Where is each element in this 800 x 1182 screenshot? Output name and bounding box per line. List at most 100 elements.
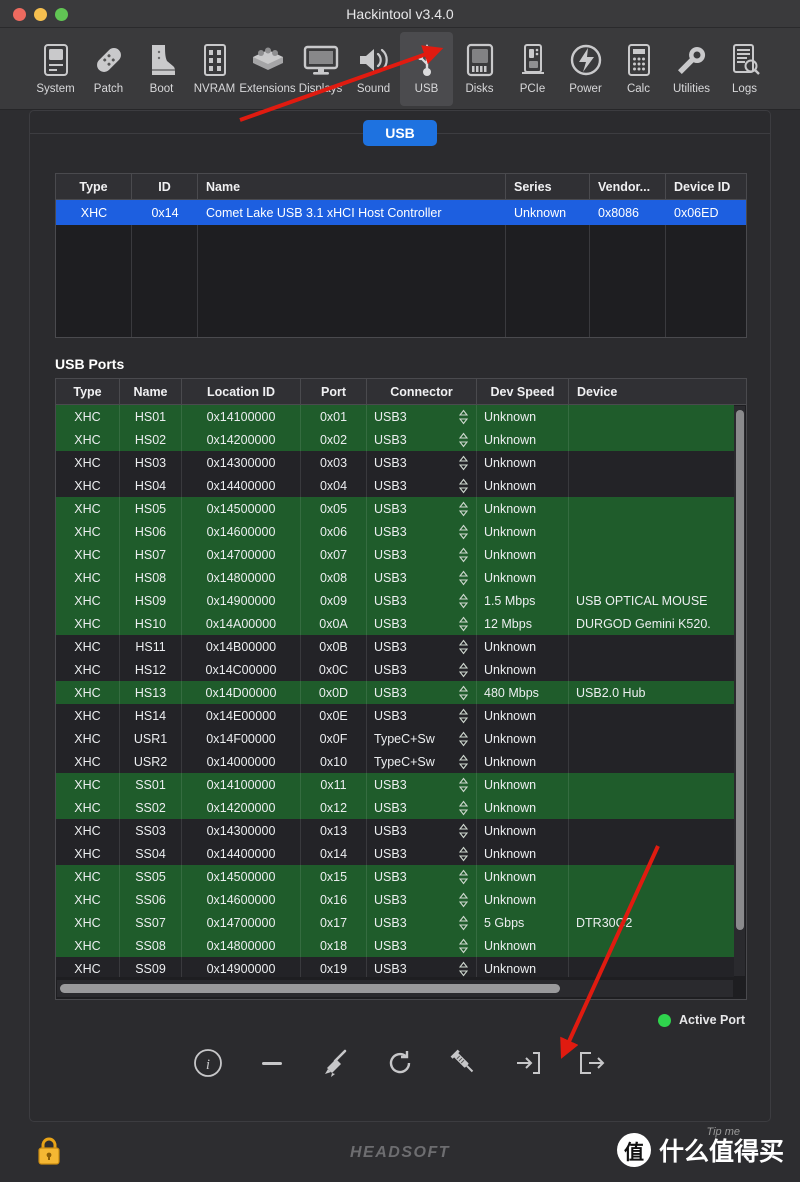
port-connector-select[interactable]: USB3 (367, 474, 477, 497)
toolbar-item-boot[interactable]: Boot (135, 32, 188, 106)
toolbar-item-system[interactable]: System (29, 32, 82, 106)
port-row[interactable]: XHC HS01 0x14100000 0x01 USB3 Unknown (56, 405, 734, 428)
usb-controllers-table[interactable]: Type ID Name Series Vendor... Device ID … (55, 173, 747, 338)
connector-stepper[interactable] (459, 731, 468, 746)
connector-stepper[interactable] (459, 800, 468, 815)
port-col-header-device[interactable]: Device (569, 379, 746, 404)
controller-row-selected[interactable]: XHC 0x14 Comet Lake USB 3.1 xHCI Host Co… (56, 200, 746, 225)
port-col-header-location-id[interactable]: Location ID (182, 379, 301, 404)
connector-stepper[interactable] (459, 823, 468, 838)
import-button[interactable] (510, 1045, 546, 1081)
port-connector-select[interactable]: USB3 (367, 658, 477, 681)
col-header-name[interactable]: Name (198, 174, 506, 199)
export-button[interactable] (574, 1045, 610, 1081)
toolbar-item-sound[interactable]: Sound (347, 32, 400, 106)
connector-stepper[interactable] (459, 961, 468, 976)
port-connector-select[interactable]: USB3 (367, 773, 477, 796)
port-connector-select[interactable]: USB3 (367, 612, 477, 635)
col-header-device-id[interactable]: Device ID (666, 174, 746, 199)
port-connector-select[interactable]: TypeC+Sw (367, 727, 477, 750)
port-row[interactable]: XHC HS04 0x14400000 0x04 USB3 Unknown (56, 474, 734, 497)
toolbar-item-extensions[interactable]: Extensions (239, 32, 296, 106)
port-connector-select[interactable]: USB3 (367, 520, 477, 543)
refresh-button[interactable] (382, 1045, 418, 1081)
port-row[interactable]: XHC SS07 0x14700000 0x17 USB3 5 Gbps DTR30G2 (56, 911, 734, 934)
col-header-series[interactable]: Series (506, 174, 590, 199)
port-connector-select[interactable]: TypeC+Sw (367, 750, 477, 773)
port-connector-select[interactable]: USB3 (367, 428, 477, 451)
connector-stepper[interactable] (459, 662, 468, 677)
port-connector-select[interactable]: USB3 (367, 842, 477, 865)
connector-stepper[interactable] (459, 432, 468, 447)
port-connector-select[interactable]: USB3 (367, 451, 477, 474)
connector-stepper[interactable] (459, 524, 468, 539)
port-col-header-type[interactable]: Type (56, 379, 120, 404)
connector-stepper[interactable] (459, 639, 468, 654)
connector-stepper[interactable] (459, 869, 468, 884)
toolbar-item-usb[interactable]: USB (400, 32, 453, 106)
connector-stepper[interactable] (459, 685, 468, 700)
connector-stepper[interactable] (459, 846, 468, 861)
port-row[interactable]: XHC HS03 0x14300000 0x03 USB3 Unknown (56, 451, 734, 474)
connector-stepper[interactable] (459, 409, 468, 424)
port-row[interactable]: XHC SS06 0x14600000 0x16 USB3 Unknown (56, 888, 734, 911)
ports-hscroll-thumb[interactable] (60, 984, 560, 993)
ports-vertical-scrollbar[interactable] (734, 406, 745, 976)
connector-stepper[interactable] (459, 777, 468, 792)
port-connector-select[interactable]: USB3 (367, 911, 477, 934)
port-connector-select[interactable]: USB3 (367, 957, 477, 977)
toolbar-item-logs[interactable]: Logs (718, 32, 771, 106)
col-header-id[interactable]: ID (132, 174, 198, 199)
port-row[interactable]: XHC HS09 0x14900000 0x09 USB3 1.5 Mbps USB OPT… (56, 589, 734, 612)
port-connector-select[interactable]: USB3 (367, 566, 477, 589)
broom-button[interactable] (318, 1045, 354, 1081)
port-connector-select[interactable]: USB3 (367, 865, 477, 888)
port-connector-select[interactable]: USB3 (367, 589, 477, 612)
minus-button[interactable] (254, 1045, 290, 1081)
port-row[interactable]: XHC SS08 0x14800000 0x18 USB3 Unknown (56, 934, 734, 957)
usb-ports-table[interactable]: Type Name Location ID Port Connector Dev… (55, 378, 747, 1000)
tab-usb[interactable]: USB (363, 120, 437, 146)
port-col-header-name[interactable]: Name (120, 379, 182, 404)
port-connector-select[interactable]: USB3 (367, 635, 477, 658)
port-row[interactable]: XHC USR2 0x14000000 0x10 TypeC+Sw Unknown (56, 750, 734, 773)
col-header-vendor[interactable]: Vendor... (590, 174, 666, 199)
port-row[interactable]: XHC SS05 0x14500000 0x15 USB3 Unknown (56, 865, 734, 888)
port-connector-select[interactable]: USB3 (367, 934, 477, 957)
port-row[interactable]: XHC HS02 0x14200000 0x02 USB3 Unknown (56, 428, 734, 451)
port-row[interactable]: XHC HS11 0x14B00000 0x0B USB3 Unknown (56, 635, 734, 658)
connector-stepper[interactable] (459, 616, 468, 631)
port-row[interactable]: XHC SS03 0x14300000 0x13 USB3 Unknown (56, 819, 734, 842)
toolbar-item-nvram[interactable]: NVRAM (188, 32, 241, 106)
connector-stepper[interactable] (459, 478, 468, 493)
port-connector-select[interactable]: USB3 (367, 819, 477, 842)
connector-stepper[interactable] (459, 892, 468, 907)
toolbar-item-pcie[interactable]: PCIe (506, 32, 559, 106)
port-row[interactable]: XHC SS09 0x14900000 0x19 USB3 Unknown (56, 957, 734, 977)
port-row[interactable]: XHC SS04 0x14400000 0x14 USB3 Unknown (56, 842, 734, 865)
col-header-type[interactable]: Type (56, 174, 132, 199)
port-row[interactable]: XHC HS10 0x14A00000 0x0A USB3 12 Mbps DURGOD G… (56, 612, 734, 635)
connector-stepper[interactable] (459, 547, 468, 562)
syringe-button[interactable] (446, 1045, 482, 1081)
toolbar-item-calc[interactable]: Calc (612, 32, 665, 106)
ports-horizontal-scrollbar[interactable] (57, 980, 733, 997)
port-row[interactable]: XHC HS06 0x14600000 0x06 USB3 Unknown (56, 520, 734, 543)
toolbar-item-power[interactable]: Power (559, 32, 612, 106)
port-row[interactable]: XHC HS07 0x14700000 0x07 USB3 Unknown (56, 543, 734, 566)
toolbar-item-displays[interactable]: Displays (294, 32, 347, 106)
port-row[interactable]: XHC HS14 0x14E00000 0x0E USB3 Unknown (56, 704, 734, 727)
toolbar-item-disks[interactable]: Disks (453, 32, 506, 106)
port-connector-select[interactable]: USB3 (367, 796, 477, 819)
port-connector-select[interactable]: USB3 (367, 704, 477, 727)
port-row[interactable]: XHC SS01 0x14100000 0x11 USB3 Unknown (56, 773, 734, 796)
port-row[interactable]: XHC HS08 0x14800000 0x08 USB3 Unknown (56, 566, 734, 589)
port-col-header-port[interactable]: Port (301, 379, 367, 404)
port-connector-select[interactable]: USB3 (367, 497, 477, 520)
connector-stepper[interactable] (459, 915, 468, 930)
connector-stepper[interactable] (459, 754, 468, 769)
info-button[interactable]: i (190, 1045, 226, 1081)
toolbar-item-patch[interactable]: Patch (82, 32, 135, 106)
port-connector-select[interactable]: USB3 (367, 888, 477, 911)
toolbar-item-utilities[interactable]: Utilities (665, 32, 718, 106)
